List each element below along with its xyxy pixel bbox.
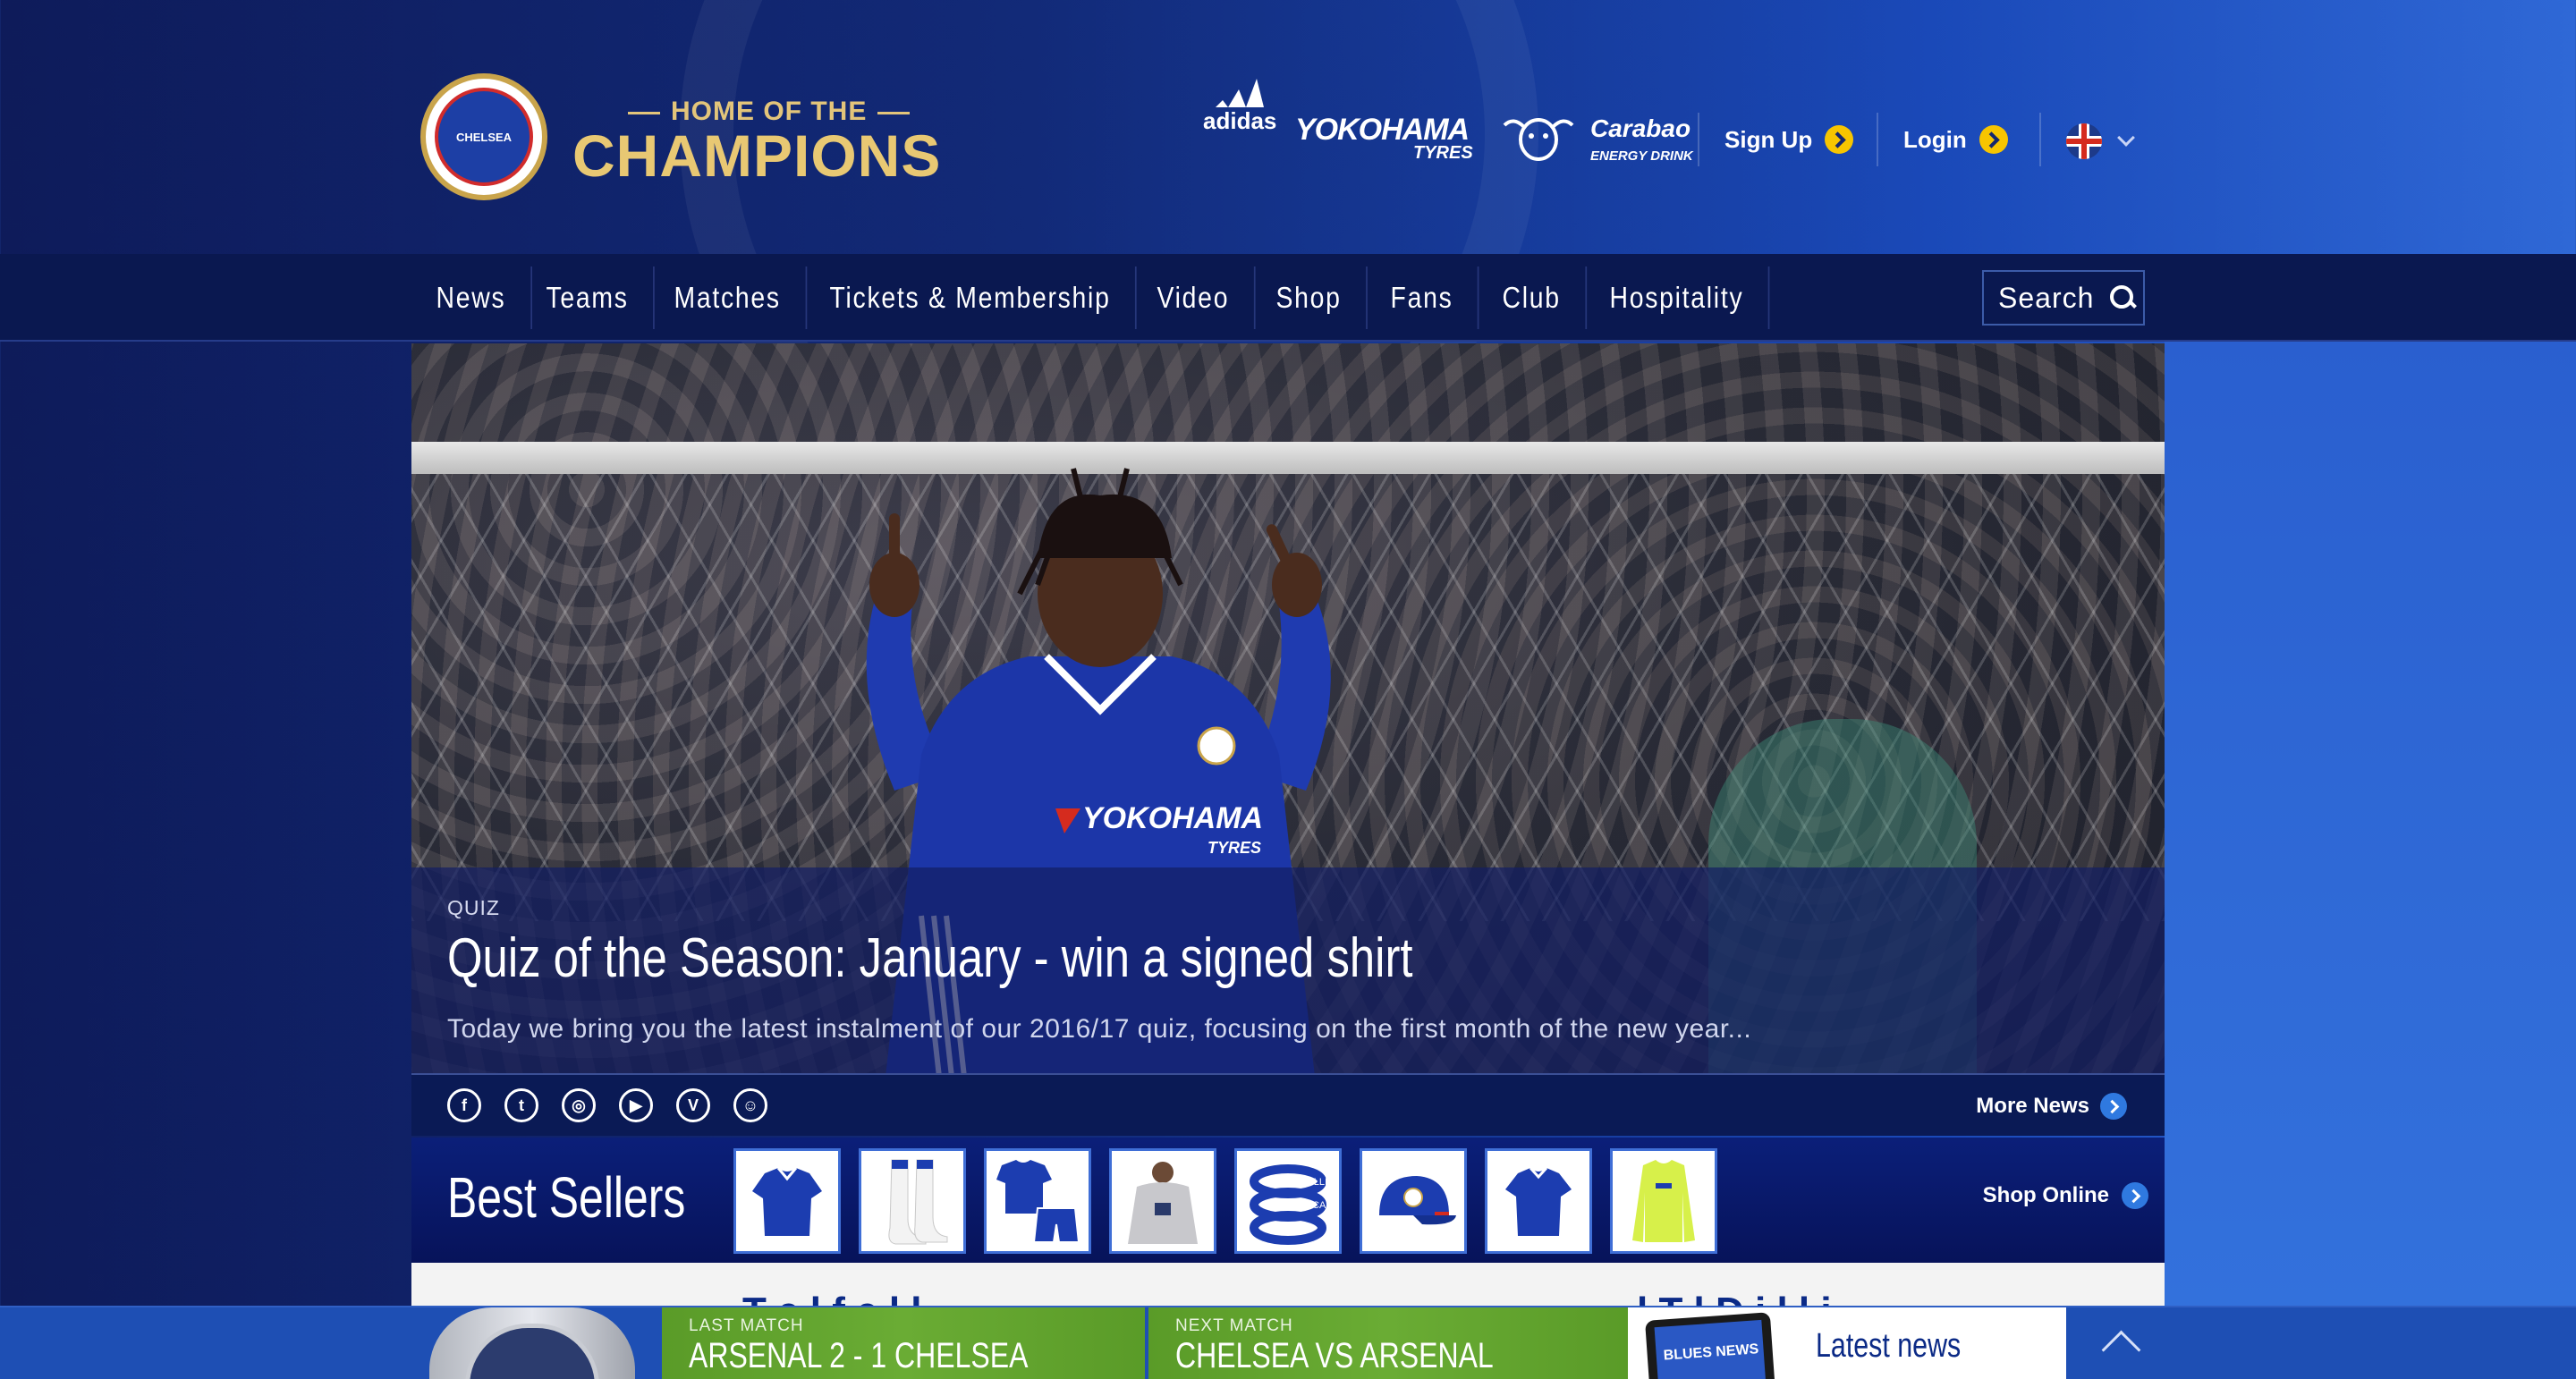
youtube-icon[interactable]: ▶: [619, 1088, 653, 1122]
crest-lion-icon: CHELSEA: [435, 88, 533, 186]
carabao-sponsor-logo[interactable]: Carabao: [1590, 114, 1690, 143]
hero-banner[interactable]: YOKOHAMA TYRES QUIZ Quiz of the Season: …: [411, 343, 2165, 1073]
header-divider: [2039, 113, 2041, 166]
product-wristbands[interactable]: 22 WILLIA 8 OSCA: [1234, 1148, 1342, 1254]
arrow-right-icon: [1979, 125, 2008, 154]
product-goalkeeper-shirt[interactable]: [1610, 1148, 1717, 1254]
vine-icon[interactable]: V: [676, 1088, 710, 1122]
arrow-right-icon: [2122, 1182, 2148, 1209]
shirt-sponsor-text: YOKOHAMA: [1082, 801, 1263, 835]
nav-item-teams[interactable]: Teams: [521, 266, 655, 329]
sign-up-link[interactable]: Sign Up: [1724, 125, 1854, 154]
arrow-right-icon: [1825, 125, 1854, 154]
last-match-panel[interactable]: LAST MATCH ARSENAL 2 - 1 CHELSEA: [662, 1307, 1145, 1379]
product-list: 22 WILLIA 8 OSCA: [733, 1148, 1717, 1254]
header-divider: [1698, 113, 1699, 166]
shop-online-link[interactable]: Shop Online: [1983, 1182, 2148, 1209]
latest-news-label: Latest news: [1816, 1327, 1962, 1365]
snapchat-icon[interactable]: ☺: [733, 1088, 767, 1122]
product-socks[interactable]: [859, 1148, 966, 1254]
wristband-icon: 22 WILLIA 8 OSCA: [1250, 1164, 1333, 1245]
more-news-link[interactable]: More News: [1976, 1093, 2127, 1120]
tablet-image: BLUES NEWS: [1645, 1312, 1775, 1379]
main-navigation: News Teams Matches Tickets & Membership …: [0, 254, 2576, 342]
cap-icon: [1379, 1176, 1456, 1225]
socks-icon: [888, 1159, 948, 1245]
content-strip: T e l f e l l l T l D i l l i: [411, 1263, 2165, 1333]
last-match-label: LAST MATCH: [689, 1316, 804, 1335]
product-home-shirt[interactable]: [733, 1148, 841, 1254]
watch-advert-image[interactable]: [429, 1307, 635, 1379]
header-divider: [1877, 113, 1878, 166]
shirt-icon: [1505, 1166, 1572, 1236]
shirt-icon: [1632, 1160, 1695, 1242]
next-match-panel[interactable]: NEXT MATCH CHELSEA VS ARSENAL: [1148, 1307, 1628, 1379]
wristband-text-1: 22 WILLIA: [1288, 1177, 1333, 1188]
nav-item-news[interactable]: News: [411, 266, 532, 329]
latest-news-panel[interactable]: BLUES NEWS Latest news: [1628, 1307, 2066, 1379]
uk-flag-icon: [2066, 123, 2102, 159]
wristband-text-2: 8 OSCA: [1290, 1200, 1326, 1211]
article-category: QUIZ: [447, 896, 500, 919]
bottom-match-bar: LAST MATCH ARSENAL 2 - 1 CHELSEA NEXT MA…: [0, 1306, 2576, 1379]
adidas-stripes-icon: [1216, 79, 1264, 107]
best-sellers-section: Best Sellers 22 WILLIA 8 OSCA Shop Onlin…: [411, 1138, 2165, 1263]
last-match-score: ARSENAL 2 - 1 CHELSEA: [689, 1336, 1029, 1375]
product-sweatshirt[interactable]: [1109, 1148, 1216, 1254]
hero-description: Today we bring you the latest instalment…: [447, 1014, 1752, 1044]
club-crest-logo[interactable]: CHELSEA: [420, 73, 547, 200]
product-kids-kit[interactable]: [984, 1148, 1091, 1254]
tablet-screen-text: BLUES NEWS: [1663, 1341, 1759, 1364]
background-panel: [2165, 340, 2576, 1306]
language-selector[interactable]: [2066, 123, 2135, 159]
nav-item-video[interactable]: Video: [1132, 266, 1256, 329]
crest-text: CHELSEA: [455, 130, 513, 144]
carabao-bull-icon: [1503, 118, 1574, 161]
kit-icon: [996, 1160, 1080, 1243]
hero-headline[interactable]: Quiz of the Season: January - win a sign…: [447, 926, 1413, 990]
nav-item-tickets-membership[interactable]: Tickets & Membership: [805, 266, 1138, 329]
sweatshirt-icon: [1128, 1162, 1198, 1244]
search-icon: [2110, 285, 2135, 310]
yokohama-tyres-text: TYRES: [1413, 143, 1473, 163]
facebook-icon[interactable]: f: [447, 1088, 481, 1122]
nav-item-matches[interactable]: Matches: [649, 266, 807, 329]
arrow-right-icon: [2100, 1093, 2127, 1120]
nav-item-hospitality[interactable]: Hospitality: [1585, 266, 1770, 329]
watch-face-icon: [465, 1324, 599, 1379]
shirt-sponsor-sub-text: TYRES: [1208, 839, 1261, 857]
product-womens-shirt[interactable]: [1485, 1148, 1592, 1254]
hero-caption-panel: QUIZ Quiz of the Season: January - win a…: [411, 867, 2165, 1073]
nav-list: News Teams Matches Tickets & Membership …: [411, 266, 1800, 329]
instagram-icon[interactable]: ◎: [562, 1088, 596, 1122]
next-match-teams: CHELSEA VS ARSENAL: [1175, 1336, 1494, 1375]
site-header: CHELSEA HOME OF THE CHAMPIONS adidas YOK…: [0, 0, 2576, 254]
shirt-icon: [752, 1167, 822, 1236]
tagline-main: CHAMPIONS: [572, 123, 942, 189]
twitter-icon[interactable]: t: [504, 1088, 538, 1122]
best-sellers-title: Best Sellers: [447, 1165, 686, 1230]
nav-item-fans[interactable]: Fans: [1366, 266, 1479, 329]
nav-item-shop[interactable]: Shop: [1251, 266, 1368, 329]
carabao-energy-text: ENERGY DRINK: [1590, 148, 1693, 164]
adidas-sponsor-logo[interactable]: adidas: [1203, 79, 1276, 135]
product-cap[interactable]: [1360, 1148, 1467, 1254]
login-link[interactable]: Login: [1903, 125, 2008, 154]
nav-item-club[interactable]: Club: [1478, 266, 1587, 329]
search-label: Search: [1998, 281, 2095, 314]
social-bar: f t ◎ ▶ V ☺ More News: [411, 1073, 2165, 1136]
next-match-label: NEXT MATCH: [1175, 1316, 1293, 1335]
chevron-down-icon: [2117, 129, 2135, 147]
chevron-up-icon[interactable]: [2093, 1327, 2150, 1363]
search-button[interactable]: Search: [1982, 270, 2145, 326]
